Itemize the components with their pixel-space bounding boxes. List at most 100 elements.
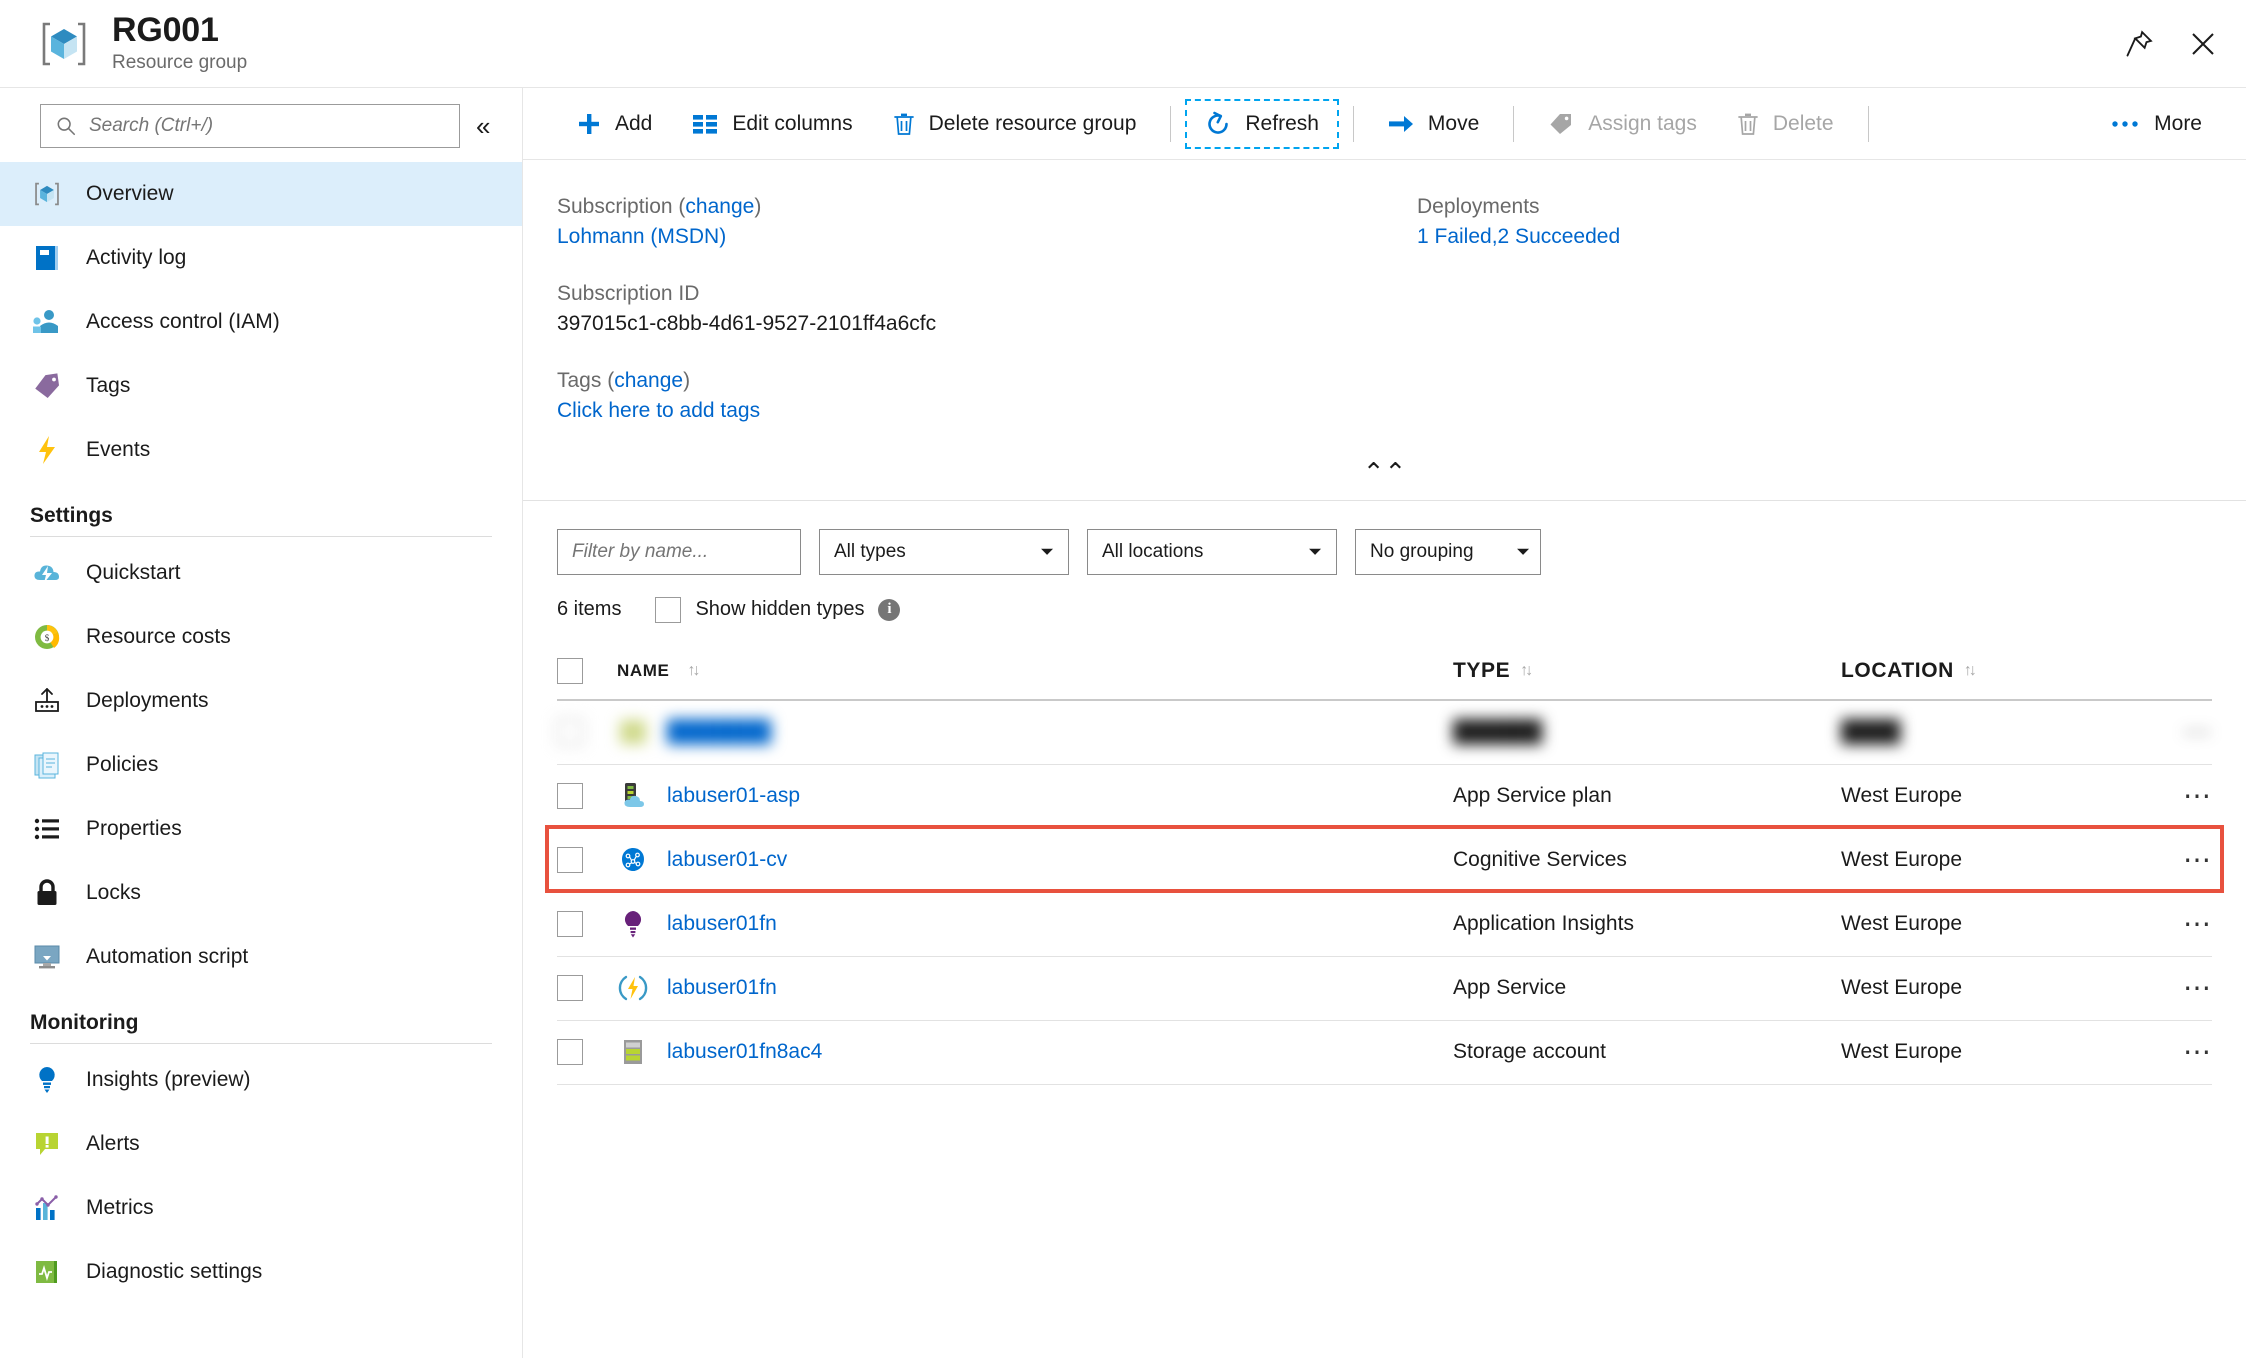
row-actions-cell: ⋯ bbox=[2171, 973, 2213, 1001]
sidebar-item-tags[interactable]: Tags bbox=[0, 354, 522, 418]
row-checkbox[interactable] bbox=[557, 719, 583, 746]
ellipsis-icon[interactable]: ⋯ bbox=[2183, 1037, 2213, 1065]
add-button[interactable]: Add bbox=[557, 100, 672, 148]
row-select-cell bbox=[557, 783, 617, 810]
sidebar-item-diagnostic-settings[interactable]: Diagnostic settings bbox=[0, 1240, 522, 1304]
sidebar-group-title-settings: Settings bbox=[30, 504, 113, 527]
sidebar-item-label: Tags bbox=[86, 374, 131, 397]
sidebar-item-insights[interactable]: Insights (preview) bbox=[0, 1048, 522, 1112]
move-button-label: Move bbox=[1427, 111, 1480, 135]
row-name-cell: labuser01fn bbox=[617, 972, 1453, 1004]
chevron-double-up-icon[interactable]: ⌃⌃ bbox=[1363, 457, 1407, 487]
row-checkbox[interactable] bbox=[557, 847, 583, 874]
column-header-location[interactable]: LOCATION ↑↓ bbox=[1841, 659, 2171, 683]
row-select-cell bbox=[557, 847, 617, 874]
row-name-link[interactable]: ███████ bbox=[667, 720, 771, 744]
filter-by-name-field[interactable] bbox=[572, 540, 786, 563]
sidebar-item-quickstart[interactable]: Quickstart bbox=[0, 541, 522, 605]
monitor-download-icon bbox=[30, 940, 64, 974]
column-header-name[interactable]: NAME ↑↓ bbox=[617, 661, 1453, 681]
subscription-name-link[interactable]: Lohmann (MSDN) bbox=[557, 225, 726, 248]
chevron-double-left-icon[interactable]: « bbox=[476, 113, 490, 139]
table-row[interactable]: labuser01-cv Cognitive Services West Eur… bbox=[545, 824, 2224, 893]
select-all-checkbox[interactable] bbox=[557, 657, 583, 684]
column-header-type-label: TYPE bbox=[1453, 658, 1511, 682]
sidebar-item-overview[interactable]: Overview bbox=[0, 162, 522, 226]
show-hidden-types-checkbox[interactable] bbox=[655, 596, 682, 623]
table-row[interactable]: ███████ ██████ ████ ⋯ bbox=[557, 701, 2212, 765]
row-checkbox[interactable] bbox=[557, 911, 583, 938]
sidebar-item-automation-script[interactable]: Automation script bbox=[0, 925, 522, 989]
sidebar-item-label: Access control (IAM) bbox=[86, 310, 280, 333]
table-header-row: NAME ↑↓ TYPE ↑↓ LOCATION ↑↓ bbox=[557, 643, 2212, 701]
sidebar-item-activity-log[interactable]: Activity log bbox=[0, 226, 522, 290]
sidebar-item-resource-costs[interactable]: $ Resource costs bbox=[0, 605, 522, 669]
ellipsis-icon[interactable]: ⋯ bbox=[2183, 973, 2213, 1001]
sidebar-item-properties[interactable]: Properties bbox=[0, 797, 522, 861]
row-name-link[interactable]: labuser01fn8ac4 bbox=[667, 1040, 822, 1064]
row-name-link[interactable]: labuser01-cv bbox=[667, 848, 787, 872]
sidebar-item-deployments[interactable]: Deployments bbox=[0, 669, 522, 733]
ellipsis-icon[interactable]: ⋯ bbox=[2183, 845, 2213, 873]
filter-by-name-input[interactable] bbox=[557, 528, 801, 575]
table-row[interactable]: labuser01fn8ac4 Storage account West Eur… bbox=[557, 1021, 2212, 1085]
sidebar-item-label: Locks bbox=[86, 881, 141, 904]
table-row[interactable]: labuser01fn App Service West Europe ⋯ bbox=[557, 957, 2212, 1021]
show-hidden-types-toggle[interactable]: Show hidden types i bbox=[655, 596, 901, 623]
add-tags-link[interactable]: Click here to add tags bbox=[557, 399, 760, 422]
grouping-filter-value: No grouping bbox=[1370, 540, 1474, 562]
table-row[interactable]: labuser01fn Application Insights West Eu… bbox=[557, 893, 2212, 957]
sidebar-item-access-control[interactable]: Access control (IAM) bbox=[0, 290, 522, 354]
sidebar-item-events[interactable]: Events bbox=[0, 418, 522, 482]
refresh-button-label: Refresh bbox=[1245, 111, 1319, 135]
row-actions-cell: ⋯ bbox=[2171, 717, 2213, 745]
tags-change-link[interactable]: change bbox=[614, 369, 683, 392]
sidebar-item-metrics[interactable]: Metrics bbox=[0, 1176, 522, 1240]
info-icon[interactable]: i bbox=[878, 598, 901, 621]
search-input[interactable] bbox=[40, 104, 460, 148]
row-name-link[interactable]: labuser01fn bbox=[667, 976, 777, 1000]
move-button[interactable]: Move bbox=[1368, 100, 1499, 148]
edit-columns-button[interactable]: Edit columns bbox=[672, 100, 872, 148]
subscription-label-row: Subscription (change) bbox=[557, 195, 762, 218]
more-button-label: More bbox=[2154, 111, 2202, 135]
grouping-filter-dropdown[interactable]: No grouping ⏷ bbox=[1355, 528, 1541, 575]
chevron-down-icon: ⏷ bbox=[1516, 541, 1530, 561]
column-header-type[interactable]: TYPE ↑↓ bbox=[1453, 659, 1841, 683]
row-actions-cell: ⋯ bbox=[2171, 845, 2213, 873]
essentials-collapse-row: ⌃⌃ bbox=[557, 453, 2212, 500]
location-filter-dropdown[interactable]: All locations ⏷ bbox=[1087, 528, 1337, 575]
sidebar-item-locks[interactable]: Locks bbox=[0, 861, 522, 925]
ellipsis-icon[interactable]: ⋯ bbox=[2183, 909, 2213, 937]
row-name-link[interactable]: labuser01-asp bbox=[667, 784, 800, 808]
sidebar-item-alerts[interactable]: Alerts bbox=[0, 1112, 522, 1176]
row-checkbox[interactable] bbox=[557, 975, 583, 1002]
row-location-cell: West Europe bbox=[1841, 784, 1963, 808]
search-field[interactable] bbox=[89, 115, 419, 137]
deployments-status-link[interactable]: 1 Failed,2 Succeeded bbox=[1417, 225, 1620, 248]
pin-icon[interactable] bbox=[2122, 27, 2156, 61]
table-row[interactable]: labuser01-asp App Service plan West Euro… bbox=[557, 765, 2212, 829]
essentials-columns: Subscription (change) Lohmann (MSDN) Sub… bbox=[557, 192, 2212, 453]
subscription-change-link[interactable]: change bbox=[685, 195, 754, 218]
application-insights-icon bbox=[617, 908, 649, 940]
donut-dollar-icon: $ bbox=[30, 620, 64, 654]
tag-icon bbox=[30, 369, 64, 403]
row-checkbox[interactable] bbox=[557, 783, 583, 810]
assign-tags-button: Assign tags bbox=[1528, 100, 1717, 148]
sidebar-item-label: Policies bbox=[86, 753, 159, 776]
more-button[interactable]: More bbox=[2090, 100, 2222, 148]
type-filter-dropdown[interactable]: All types ⏷ bbox=[819, 528, 1069, 575]
delete-resource-group-button[interactable]: Delete resource group bbox=[873, 100, 1157, 148]
close-icon[interactable] bbox=[2186, 27, 2220, 61]
sidebar-item-label: Deployments bbox=[86, 689, 209, 712]
row-checkbox[interactable] bbox=[557, 1039, 583, 1066]
search-icon bbox=[55, 115, 77, 137]
row-name-link[interactable]: labuser01fn bbox=[667, 912, 777, 936]
sidebar-navigation: « Overview bbox=[0, 88, 523, 1358]
sidebar-item-policies[interactable]: Policies bbox=[0, 733, 522, 797]
refresh-button[interactable]: Refresh bbox=[1185, 98, 1339, 149]
row-select-cell bbox=[557, 911, 617, 938]
ellipsis-icon[interactable]: ⋯ bbox=[2183, 717, 2213, 745]
ellipsis-icon[interactable]: ⋯ bbox=[2183, 781, 2213, 809]
